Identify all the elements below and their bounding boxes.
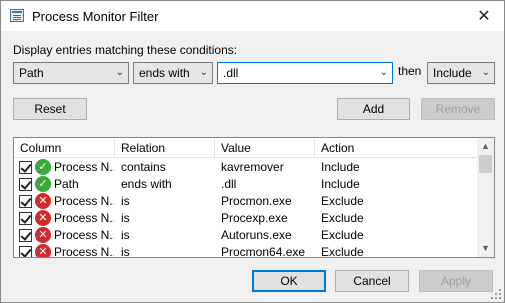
table-row[interactable]: ✓ Process N... contains kavremover Include xyxy=(14,159,478,176)
relation-select[interactable]: ends with ⌄ xyxy=(133,62,213,84)
chevron-down-icon: ⌄ xyxy=(481,67,490,78)
remove-button[interactable]: Remove xyxy=(421,98,495,120)
apply-button[interactable]: Apply xyxy=(419,270,493,292)
column-select-value: Path xyxy=(19,66,44,80)
chevron-down-icon[interactable]: ⌄ xyxy=(380,63,388,83)
cell-relation: is xyxy=(121,228,130,242)
ok-button[interactable]: OK xyxy=(252,270,326,292)
column-select[interactable]: Path ⌄ xyxy=(13,62,129,84)
cell-relation: is xyxy=(121,245,130,258)
cell-column: Process N... xyxy=(54,194,114,208)
conditions-prompt: Display entries matching these condition… xyxy=(13,43,238,57)
cell-relation: contains xyxy=(121,160,166,174)
cell-column: Path xyxy=(54,177,79,191)
cell-column: Process N... xyxy=(54,228,114,242)
action-select-value: Include xyxy=(433,66,472,80)
table-row[interactable]: ✓ Path ends with .dll Include xyxy=(14,176,478,193)
cell-action: Exclude xyxy=(321,228,364,242)
filter-list[interactable]: Column Relation Value Action ✓ Process N.… xyxy=(13,137,495,258)
table-row[interactable]: ✕ Process N... is Procmon.exe Exclude xyxy=(14,193,478,210)
value-combobox[interactable]: .dll ⌄ xyxy=(217,62,393,84)
cell-value: Procmon64.exe xyxy=(221,245,306,258)
app-icon xyxy=(10,9,24,22)
list-scrollbar[interactable]: ▲ ▼ xyxy=(477,138,494,257)
scroll-down-icon[interactable]: ▼ xyxy=(477,240,494,257)
title-bar: Process Monitor Filter ✕ xyxy=(1,1,504,31)
scroll-up-icon[interactable]: ▲ xyxy=(477,138,494,155)
cell-action: Include xyxy=(321,160,360,174)
cell-relation: is xyxy=(121,211,130,225)
cell-value: Procmon.exe xyxy=(221,194,292,208)
cell-action: Exclude xyxy=(321,245,364,258)
cancel-button[interactable]: Cancel xyxy=(335,270,409,292)
column-header-value[interactable]: Value xyxy=(215,138,315,158)
action-select[interactable]: Include ⌄ xyxy=(427,62,495,84)
close-icon: ✕ xyxy=(477,8,491,25)
filter-dialog: Process Monitor Filter ✕ Display entries… xyxy=(0,0,505,303)
cell-action: Exclude xyxy=(321,194,364,208)
chevron-down-icon: ⌄ xyxy=(199,67,208,78)
relation-select-value: ends with xyxy=(139,66,190,80)
column-header-relation[interactable]: Relation xyxy=(115,138,215,158)
cell-value: Autoruns.exe xyxy=(221,228,292,242)
cell-column: Process N... xyxy=(54,211,114,225)
cell-relation: ends with xyxy=(121,177,172,191)
exclude-x-icon: ✕ xyxy=(35,227,51,243)
cell-action: Exclude xyxy=(321,211,364,225)
exclude-x-icon: ✕ xyxy=(35,193,51,209)
row-checkbox[interactable] xyxy=(19,195,32,208)
exclude-x-icon: ✕ xyxy=(35,244,51,257)
cell-column: Process N... xyxy=(54,245,114,258)
close-button[interactable]: ✕ xyxy=(464,1,504,31)
row-checkbox[interactable] xyxy=(19,161,32,174)
chevron-down-icon: ⌄ xyxy=(115,67,124,78)
table-row[interactable]: ✕ Process N... is Procexp.exe Exclude xyxy=(14,210,478,227)
column-header-action[interactable]: Action xyxy=(315,138,478,158)
table-row[interactable]: ✕ Process N... is Autoruns.exe Exclude xyxy=(14,227,478,244)
row-checkbox[interactable] xyxy=(19,246,32,257)
scroll-thumb[interactable] xyxy=(479,155,492,173)
exclude-x-icon: ✕ xyxy=(35,210,51,226)
include-check-icon: ✓ xyxy=(35,176,51,192)
cell-column: Process N... xyxy=(54,160,114,174)
cell-value: kavremover xyxy=(221,160,284,174)
row-checkbox[interactable] xyxy=(19,229,32,242)
add-button[interactable]: Add xyxy=(337,98,410,120)
reset-button[interactable]: Reset xyxy=(13,98,87,120)
include-check-icon: ✓ xyxy=(35,159,51,175)
list-header: Column Relation Value Action xyxy=(14,138,478,158)
row-checkbox[interactable] xyxy=(19,178,32,191)
row-checkbox[interactable] xyxy=(19,212,32,225)
window-title: Process Monitor Filter xyxy=(32,9,159,24)
column-header-column[interactable]: Column xyxy=(14,138,115,158)
cell-relation: is xyxy=(121,194,130,208)
cell-value: .dll xyxy=(221,177,237,191)
cell-value: Procexp.exe xyxy=(221,211,288,225)
then-label: then xyxy=(398,64,422,78)
table-row[interactable]: ✕ Process N... is Procmon64.exe Exclude xyxy=(14,244,478,258)
resize-grip-icon[interactable] xyxy=(491,289,501,299)
cell-action: Include xyxy=(321,177,360,191)
value-input[interactable]: .dll xyxy=(223,66,238,80)
